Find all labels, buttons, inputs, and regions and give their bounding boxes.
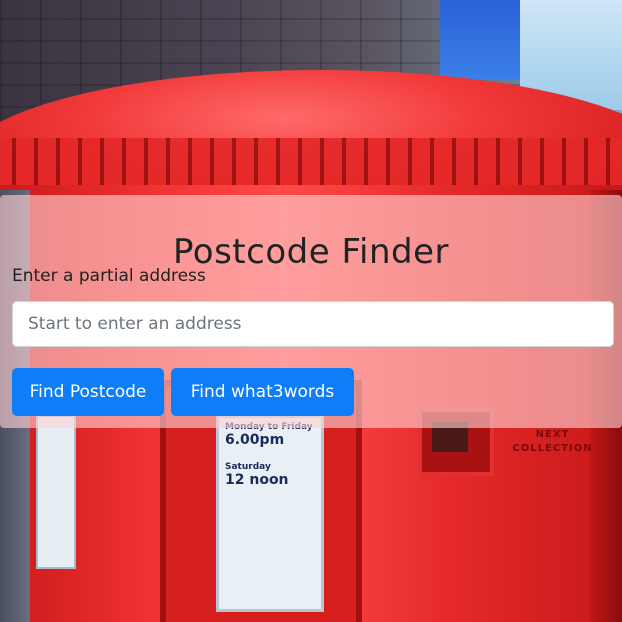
find-postcode-button[interactable]: Find Postcode	[12, 368, 164, 416]
next-collection-plaque: NEXT COLLECTION	[512, 429, 593, 454]
notice-time-saturday: 12 noon	[225, 472, 289, 488]
address-label: Enter a partial address	[12, 266, 206, 286]
collection-notice: Monday to Friday 6.00pm Saturday 12 noon	[216, 415, 324, 612]
find-what3words-button[interactable]: Find what3words	[171, 368, 354, 416]
postbox-rim	[0, 138, 622, 188]
blue-panel	[440, 0, 530, 80]
notice-fineprint	[225, 452, 315, 458]
side-notice	[36, 415, 76, 569]
notice-saturday: Saturday	[225, 462, 271, 472]
search-panel: Postcode Finder Enter a partial address …	[0, 195, 622, 428]
address-input[interactable]	[12, 301, 614, 347]
notice-time-weekday: 6.00pm	[225, 432, 285, 448]
